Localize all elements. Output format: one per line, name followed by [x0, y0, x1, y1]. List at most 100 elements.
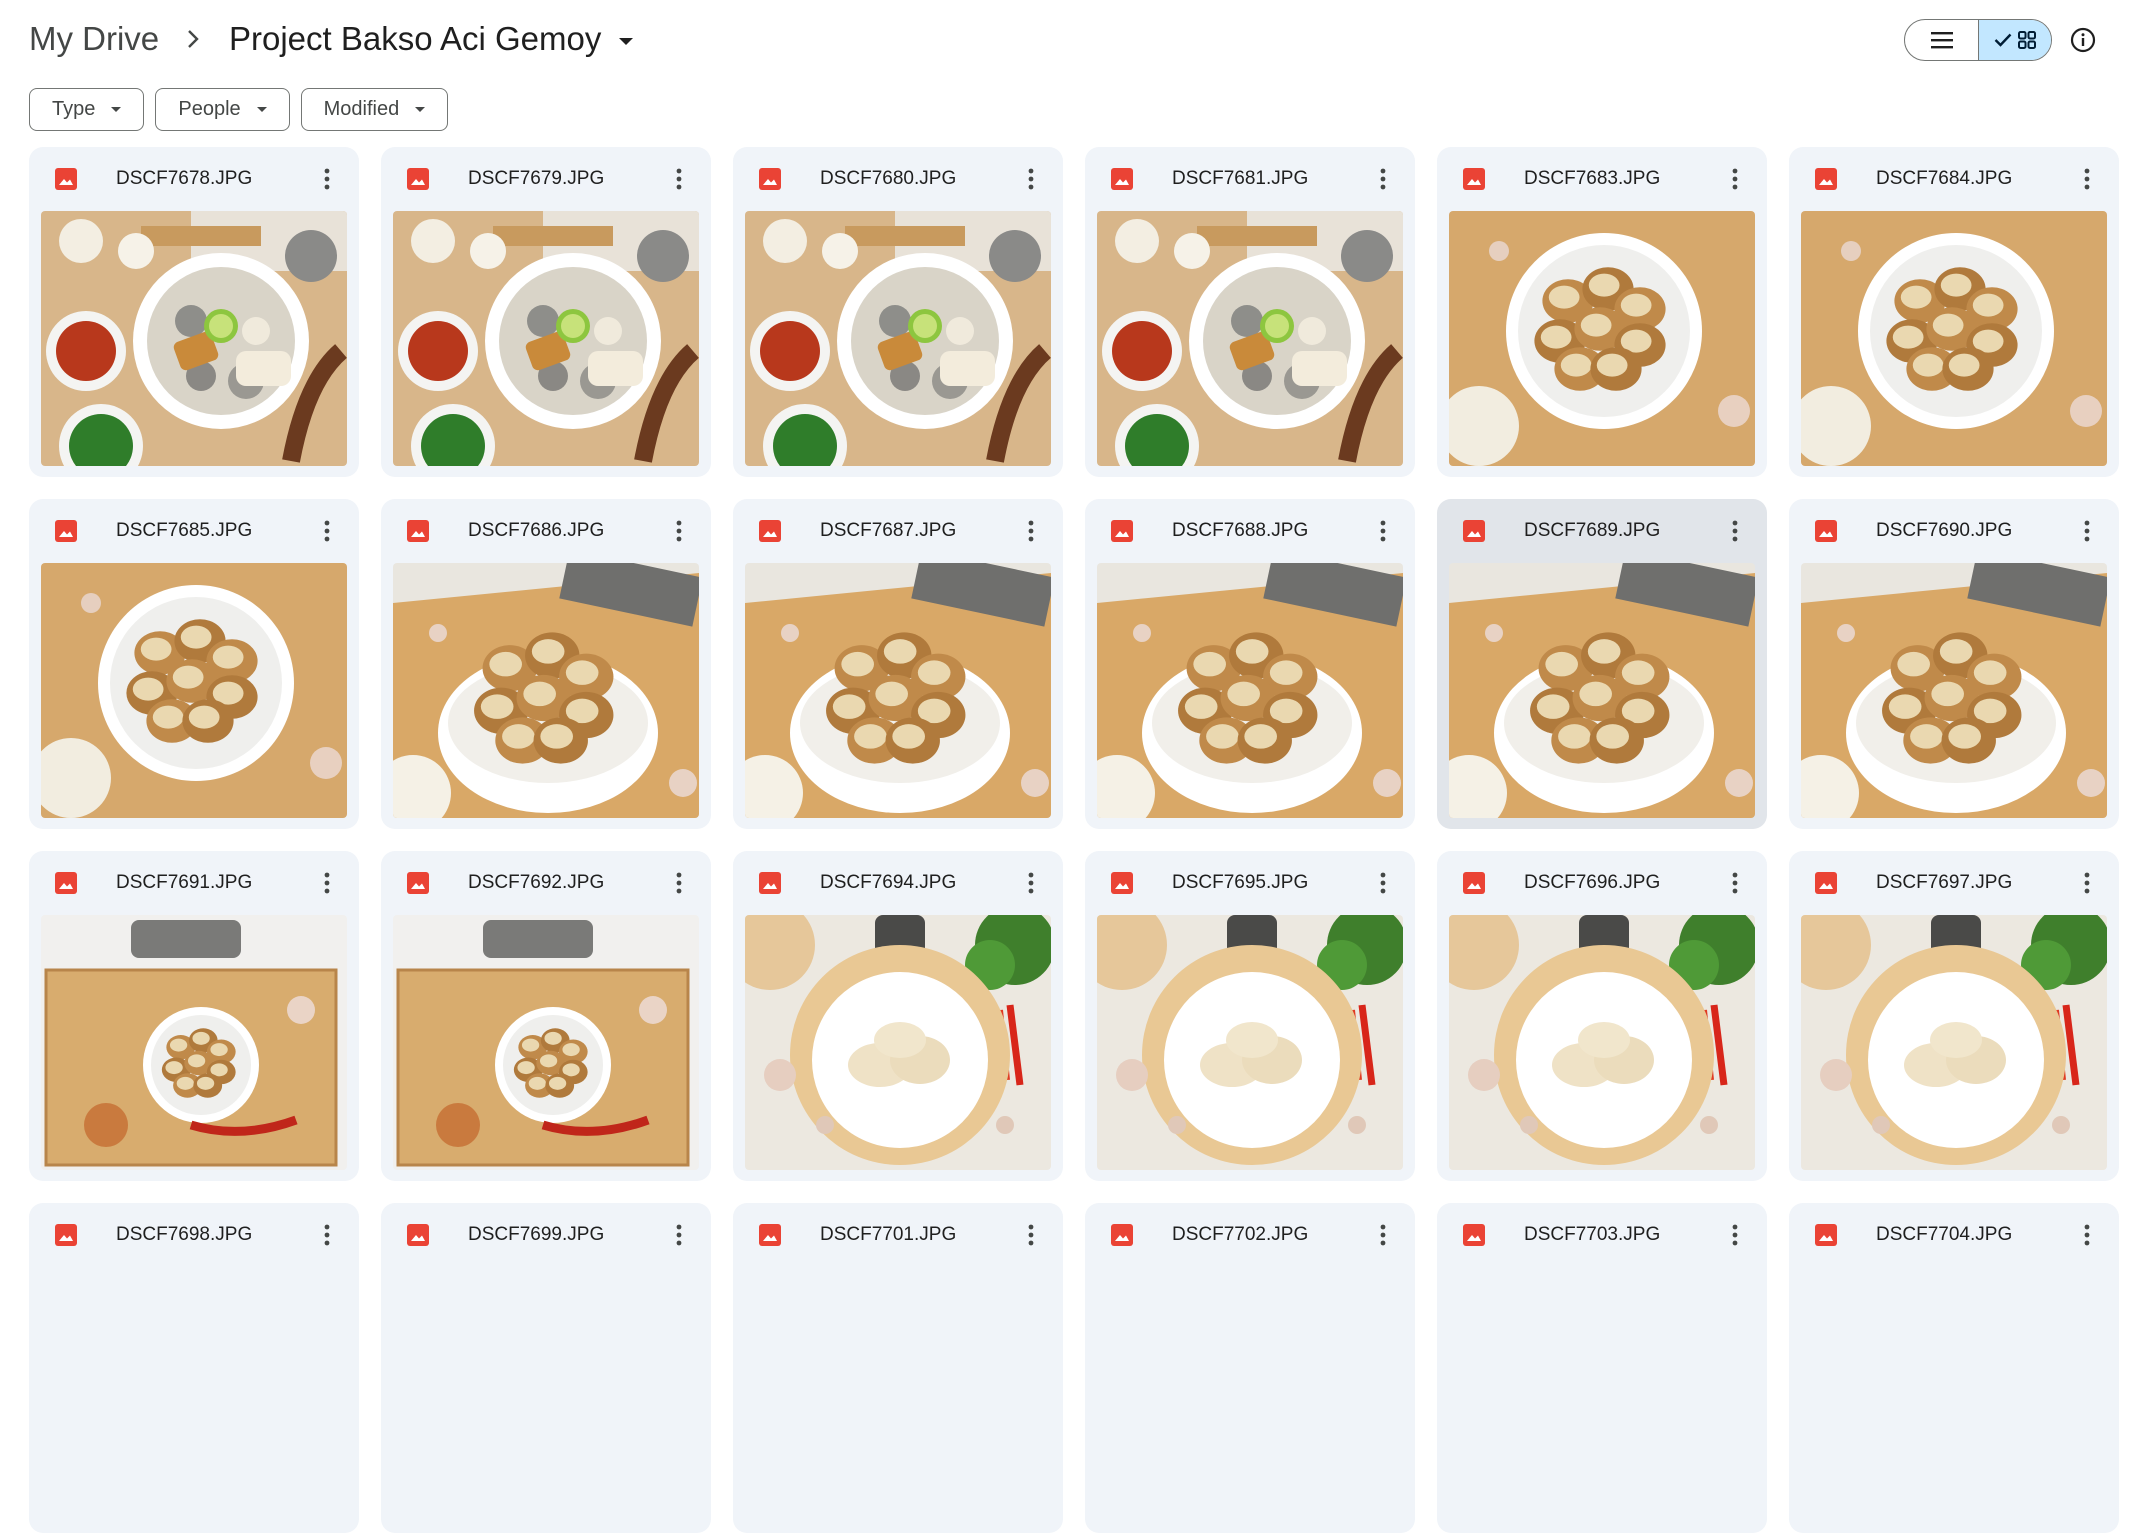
- image-file-icon: [759, 520, 781, 542]
- file-thumbnail[interactable]: [745, 563, 1051, 818]
- file-card[interactable]: DSCF7692.JPG: [381, 851, 711, 1181]
- file-thumbnail[interactable]: [41, 915, 347, 1170]
- file-card[interactable]: DSCF7690.JPG: [1789, 499, 2119, 829]
- file-thumbnail[interactable]: [1449, 211, 1755, 466]
- file-thumbnail[interactable]: [1801, 563, 2107, 818]
- file-thumbnail[interactable]: [41, 211, 347, 466]
- file-card[interactable]: DSCF7703.JPG: [1437, 1203, 1767, 1533]
- file-thumbnail[interactable]: [393, 211, 699, 466]
- file-thumbnail[interactable]: [1097, 563, 1403, 818]
- more-vert-icon[interactable]: [1011, 159, 1051, 199]
- file-thumbnail[interactable]: [41, 563, 347, 818]
- filter-modified-chip[interactable]: Modified: [300, 88, 449, 131]
- file-card-header: DSCF7699.JPG: [393, 1203, 699, 1267]
- file-card[interactable]: DSCF7699.JPG: [381, 1203, 711, 1533]
- file-thumbnail[interactable]: [745, 211, 1051, 466]
- more-vert-icon[interactable]: [1011, 863, 1051, 903]
- file-card[interactable]: DSCF7680.JPG: [733, 147, 1063, 477]
- file-thumbnail[interactable]: [1801, 211, 2107, 466]
- more-vert-icon[interactable]: [1363, 511, 1403, 551]
- info-icon[interactable]: [2068, 25, 2098, 55]
- more-vert-icon[interactable]: [1715, 511, 1755, 551]
- more-vert-icon[interactable]: [1363, 863, 1403, 903]
- more-vert-icon[interactable]: [2067, 1215, 2107, 1255]
- file-card-header: DSCF7680.JPG: [745, 147, 1051, 211]
- more-vert-icon[interactable]: [1011, 1215, 1051, 1255]
- file-card[interactable]: DSCF7704.JPG: [1789, 1203, 2119, 1533]
- breadcrumb-current-folder[interactable]: Project Bakso Aci Gemoy: [229, 18, 634, 60]
- file-name: DSCF7679.JPG: [468, 168, 605, 189]
- file-card[interactable]: DSCF7685.JPG: [29, 499, 359, 829]
- file-card[interactable]: DSCF7698.JPG: [29, 1203, 359, 1533]
- file-card[interactable]: DSCF7695.JPG: [1085, 851, 1415, 1181]
- file-name: DSCF7696.JPG: [1524, 872, 1661, 893]
- file-card-header: DSCF7681.JPG: [1097, 147, 1403, 211]
- file-card[interactable]: DSCF7691.JPG: [29, 851, 359, 1181]
- file-card[interactable]: DSCF7681.JPG: [1085, 147, 1415, 477]
- more-vert-icon[interactable]: [307, 159, 347, 199]
- file-card[interactable]: DSCF7697.JPG: [1789, 851, 2119, 1181]
- breadcrumb-my-drive[interactable]: My Drive: [29, 18, 159, 60]
- file-card[interactable]: DSCF7684.JPG: [1789, 147, 2119, 477]
- filter-people-chip[interactable]: People: [155, 88, 290, 131]
- file-card[interactable]: DSCF7688.JPG: [1085, 499, 1415, 829]
- file-name: DSCF7699.JPG: [468, 1224, 605, 1245]
- image-file-icon: [1111, 872, 1133, 894]
- more-vert-icon[interactable]: [307, 1215, 347, 1255]
- image-file-icon: [55, 168, 77, 190]
- file-thumbnail[interactable]: [1801, 915, 2107, 1170]
- file-name: DSCF7691.JPG: [116, 872, 253, 893]
- file-card-header: DSCF7694.JPG: [745, 851, 1051, 915]
- file-thumbnail[interactable]: [1449, 915, 1755, 1170]
- more-vert-icon[interactable]: [1363, 1215, 1403, 1255]
- more-vert-icon[interactable]: [2067, 863, 2107, 903]
- more-vert-icon[interactable]: [1715, 1215, 1755, 1255]
- image-file-icon: [55, 872, 77, 894]
- file-card[interactable]: DSCF7689.JPG: [1437, 499, 1767, 829]
- file-thumbnail[interactable]: [1097, 915, 1403, 1170]
- file-card[interactable]: DSCF7687.JPG: [733, 499, 1063, 829]
- more-vert-icon[interactable]: [1715, 863, 1755, 903]
- file-card[interactable]: DSCF7696.JPG: [1437, 851, 1767, 1181]
- more-vert-icon[interactable]: [659, 511, 699, 551]
- more-vert-icon[interactable]: [1011, 511, 1051, 551]
- file-card-header: DSCF7692.JPG: [393, 851, 699, 915]
- more-vert-icon[interactable]: [659, 159, 699, 199]
- file-name: DSCF7694.JPG: [820, 872, 957, 893]
- more-vert-icon[interactable]: [659, 1215, 699, 1255]
- more-vert-icon[interactable]: [307, 511, 347, 551]
- caret-down-icon: [256, 107, 267, 112]
- more-vert-icon[interactable]: [1363, 159, 1403, 199]
- file-card[interactable]: DSCF7701.JPG: [733, 1203, 1063, 1533]
- file-thumbnail[interactable]: [1449, 563, 1755, 818]
- file-name: DSCF7684.JPG: [1876, 168, 2013, 189]
- image-file-icon: [407, 520, 429, 542]
- file-card[interactable]: DSCF7694.JPG: [733, 851, 1063, 1181]
- file-name: DSCF7680.JPG: [820, 168, 957, 189]
- list-view-button[interactable]: [1905, 20, 1978, 60]
- more-vert-icon[interactable]: [2067, 511, 2107, 551]
- file-thumbnail[interactable]: [393, 563, 699, 818]
- more-vert-icon[interactable]: [307, 863, 347, 903]
- filter-modified-label: Modified: [323, 98, 400, 120]
- file-thumbnail[interactable]: [1097, 211, 1403, 466]
- file-thumbnail[interactable]: [745, 915, 1051, 1170]
- file-name: DSCF7698.JPG: [116, 1224, 253, 1245]
- grid-view-button[interactable]: [1978, 20, 2051, 60]
- file-card-header: DSCF7685.JPG: [41, 499, 347, 563]
- more-vert-icon[interactable]: [2067, 159, 2107, 199]
- more-vert-icon[interactable]: [1715, 159, 1755, 199]
- file-thumbnail[interactable]: [393, 915, 699, 1170]
- more-vert-icon[interactable]: [659, 863, 699, 903]
- list-icon: [1930, 32, 1953, 49]
- file-card[interactable]: DSCF7679.JPG: [381, 147, 711, 477]
- file-card-header: DSCF7698.JPG: [41, 1203, 347, 1267]
- file-card-header: DSCF7688.JPG: [1097, 499, 1403, 563]
- image-file-icon: [1463, 520, 1485, 542]
- file-card[interactable]: DSCF7678.JPG: [29, 147, 359, 477]
- image-file-icon: [759, 168, 781, 190]
- file-card[interactable]: DSCF7686.JPG: [381, 499, 711, 829]
- file-card[interactable]: DSCF7683.JPG: [1437, 147, 1767, 477]
- filter-type-chip[interactable]: Type: [29, 88, 145, 131]
- file-card[interactable]: DSCF7702.JPG: [1085, 1203, 1415, 1533]
